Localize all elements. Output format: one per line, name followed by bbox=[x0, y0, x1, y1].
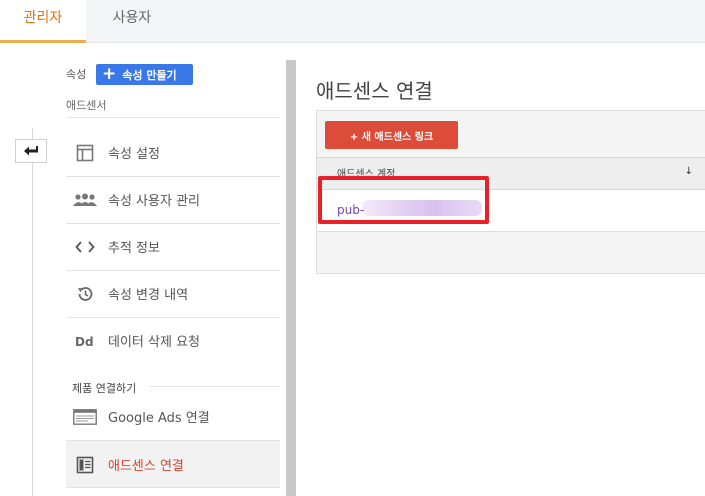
sidebar-item-label: 속성 변경 내역 bbox=[108, 288, 189, 303]
back-button[interactable] bbox=[15, 139, 47, 163]
property-settings-icon bbox=[72, 144, 98, 162]
google-ads-icon bbox=[72, 408, 98, 425]
sidebar-item-change-history[interactable]: 속성 변경 내역 bbox=[66, 270, 280, 317]
history-icon bbox=[72, 285, 98, 303]
svg-text:Dd: Dd bbox=[75, 335, 94, 348]
back-arrow-icon bbox=[24, 146, 38, 156]
sidebar-item-label: 속성 사용자 관리 bbox=[108, 194, 200, 209]
rail-line bbox=[32, 128, 33, 496]
sidebar-item-property-settings[interactable]: 속성 설정 bbox=[66, 129, 280, 176]
dd-icon: Dd bbox=[72, 334, 98, 348]
adsense-icon bbox=[72, 456, 98, 474]
divider bbox=[66, 487, 280, 488]
sidebar-item-google-ads-link[interactable]: Google Ads 연결 bbox=[66, 393, 280, 440]
divider bbox=[66, 117, 280, 118]
sidebar-item-data-deletion[interactable]: Dd 데이터 삭제 요청 bbox=[66, 317, 280, 364]
panel-divider bbox=[286, 60, 296, 496]
new-adsense-link-button[interactable]: + 새 애드센스 링크 bbox=[325, 121, 458, 149]
create-property-button[interactable]: + 속성 만들기 bbox=[96, 64, 193, 85]
sidebar-item-label: 추적 정보 bbox=[108, 241, 160, 256]
sidebar-item-user-management[interactable]: 속성 사용자 관리 bbox=[66, 176, 280, 223]
top-tab-bar: 관리자 사용자 bbox=[0, 0, 705, 43]
property-label: 속성 bbox=[66, 68, 87, 81]
sidebar-item-label: 데이터 삭제 요청 bbox=[108, 335, 200, 350]
sidebar-item-tracking-info[interactable]: 추적 정보 bbox=[66, 223, 280, 270]
users-icon bbox=[72, 193, 98, 207]
sidebar-item-label: 속성 설정 bbox=[108, 147, 160, 162]
adsense-label: 애드센서 bbox=[66, 99, 107, 112]
code-brackets-icon bbox=[72, 240, 98, 254]
plus-icon: + bbox=[102, 64, 117, 84]
divider bbox=[150, 386, 280, 387]
tab-user[interactable]: 사용자 bbox=[86, 0, 178, 43]
sort-down-icon[interactable]: ↓ bbox=[685, 166, 693, 177]
sidebar-item-label: Google Ads 연결 bbox=[108, 411, 210, 426]
tab-admin[interactable]: 관리자 bbox=[0, 0, 86, 43]
sidebar-item-adsense-link[interactable]: 애드센스 연결 bbox=[66, 441, 280, 488]
create-property-label: 속성 만들기 bbox=[122, 68, 177, 82]
page-title: 애드센스 연결 bbox=[316, 79, 433, 103]
sidebar-item-label: 애드센스 연결 bbox=[108, 459, 184, 474]
highlight-box bbox=[318, 176, 489, 224]
